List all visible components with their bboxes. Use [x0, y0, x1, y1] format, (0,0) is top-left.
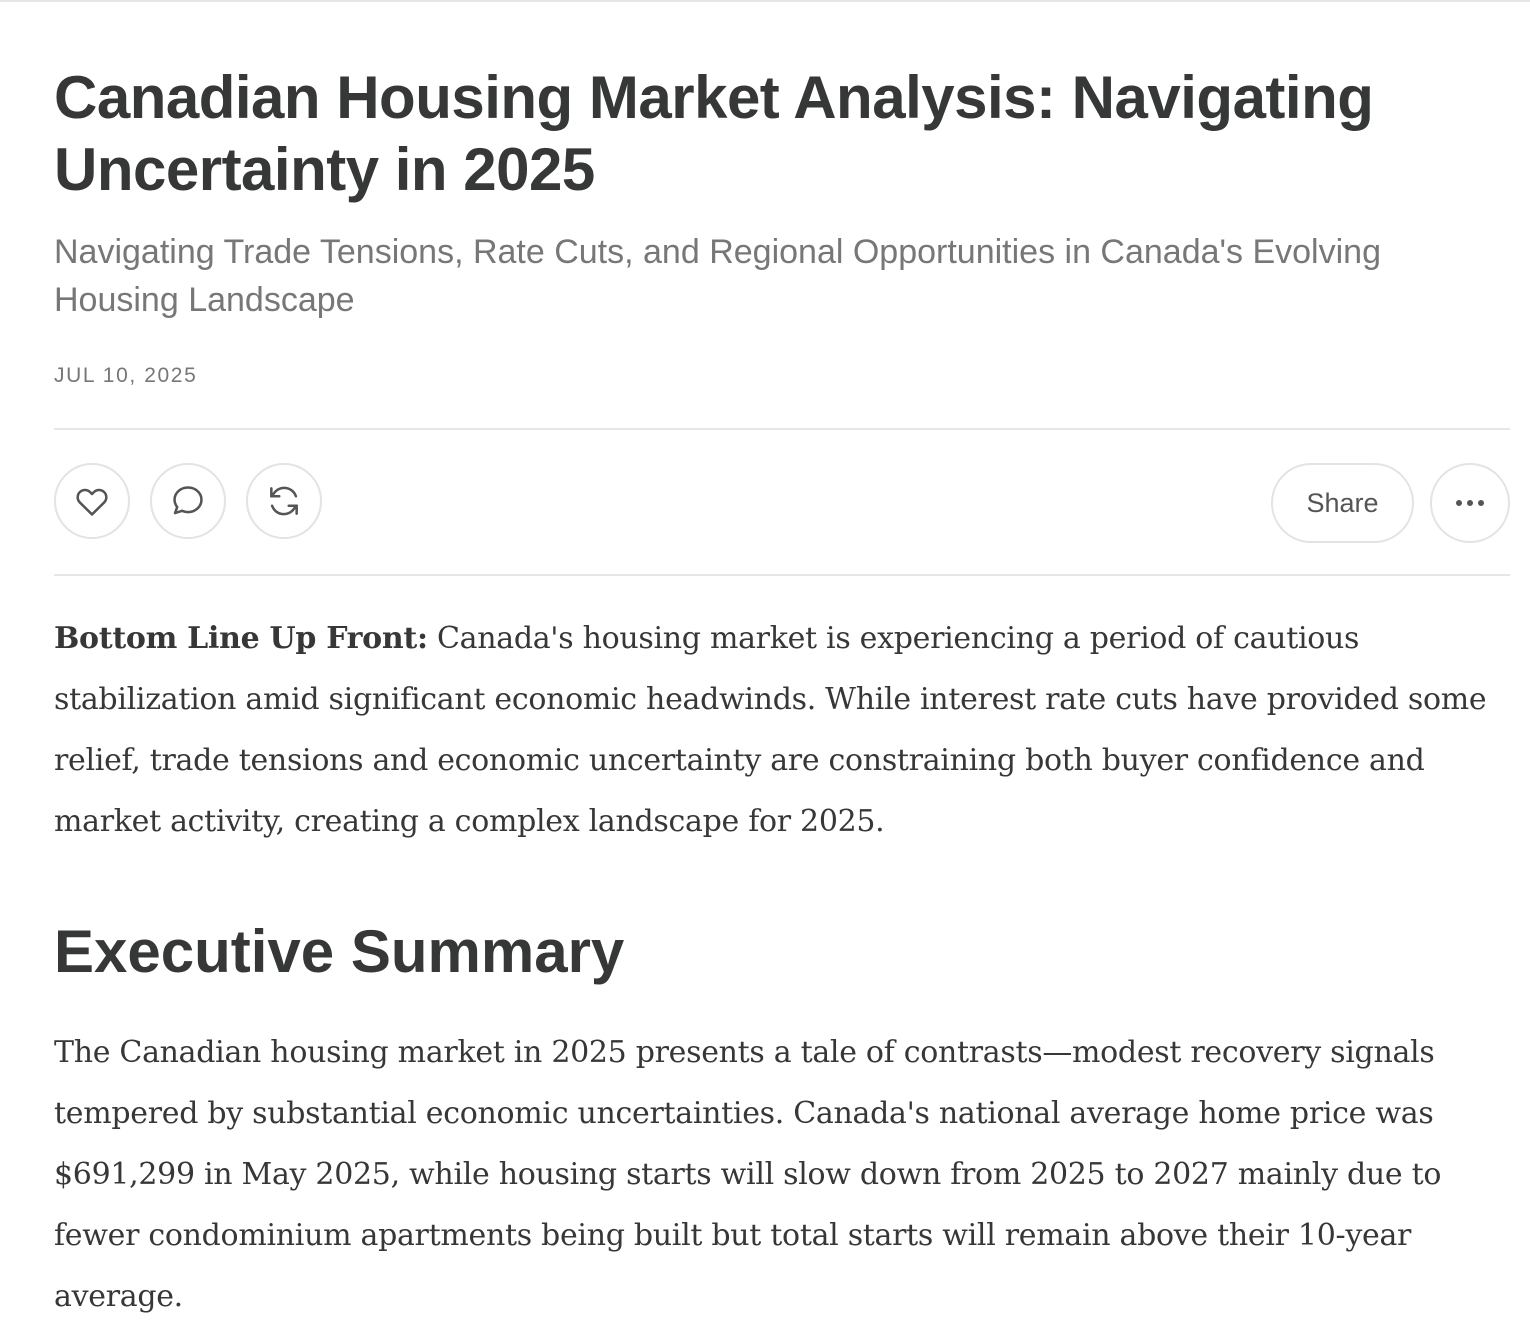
- bluf-paragraph: Bottom Line Up Front: Canada's housing m…: [54, 608, 1494, 852]
- post-action-bar: Share: [54, 463, 1510, 543]
- restack-arrows-icon: [270, 486, 298, 516]
- post-date: JUL 10, 2025: [54, 364, 198, 387]
- restack-button[interactable]: [246, 463, 322, 539]
- post-title: Canadian Housing Market Analysis: Naviga…: [54, 64, 1374, 203]
- like-button[interactable]: [54, 463, 130, 539]
- comment-button[interactable]: [150, 463, 226, 539]
- speech-bubble-icon: [173, 486, 203, 515]
- bluf-label: Bottom Line Up Front:: [54, 621, 428, 656]
- heart-icon: [76, 488, 108, 516]
- ellipsis-icon: [1456, 500, 1484, 506]
- header-divider-bottom: [54, 574, 1510, 576]
- share-button[interactable]: Share: [1271, 463, 1414, 543]
- more-options-button[interactable]: [1430, 463, 1510, 543]
- top-divider: [0, 0, 1530, 2]
- post-subtitle: Navigating Trade Tensions, Rate Cuts, an…: [54, 233, 1381, 319]
- executive-summary-paragraph: The Canadian housing market in 2025 pres…: [54, 1035, 1442, 1314]
- header-divider-top: [54, 428, 1510, 430]
- section-heading-executive-summary: Executive Summary: [54, 918, 625, 985]
